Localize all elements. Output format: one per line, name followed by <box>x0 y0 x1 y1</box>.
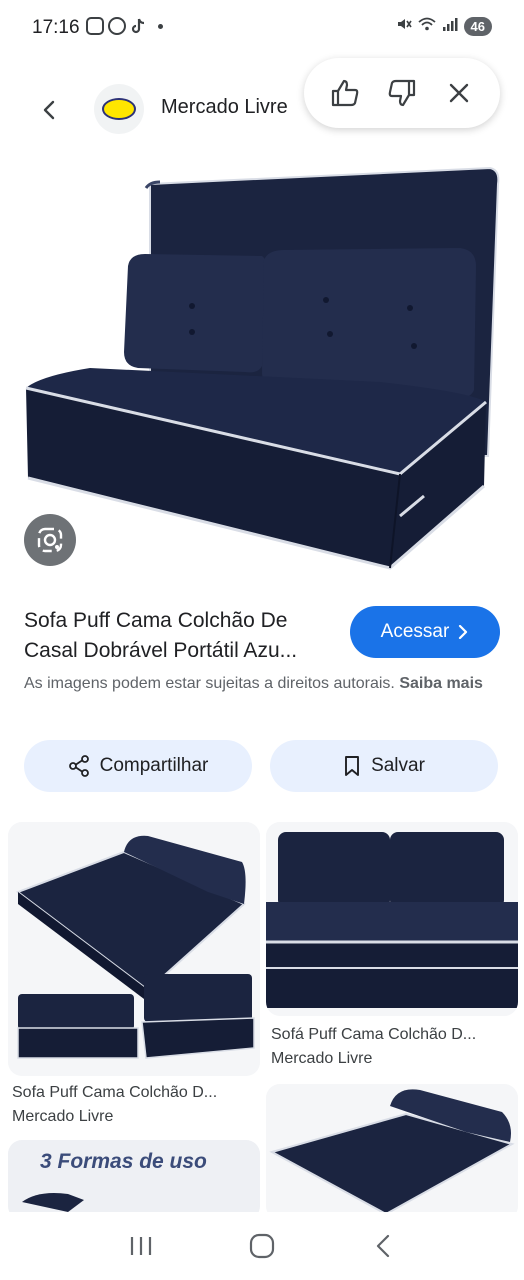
recents-button[interactable] <box>116 1221 166 1271</box>
save-label: Salvar <box>371 755 425 776</box>
instagram-icon <box>86 17 104 35</box>
rights-text: As imagens podem estar sujeitas a direit… <box>24 675 395 692</box>
dislike-button[interactable] <box>380 71 424 115</box>
access-label: Acessar <box>380 621 450 642</box>
save-button[interactable]: Salvar <box>270 740 498 792</box>
related-card-1[interactable] <box>8 822 260 1076</box>
status-bar: 17:16 46 <box>0 0 524 56</box>
related-card-2[interactable] <box>266 822 518 1016</box>
related-caption-2[interactable]: Sofá Puff Cama Colchão D... <box>271 1026 517 1044</box>
wifi-icon <box>417 16 436 36</box>
home-icon <box>249 1233 275 1259</box>
share-button[interactable]: Compartilhar <box>24 740 252 792</box>
whatsapp-icon <box>108 17 126 35</box>
thumb-down-icon <box>388 79 416 107</box>
close-button[interactable] <box>437 71 481 115</box>
back-nav-button[interactable] <box>358 1221 408 1271</box>
status-app-icons <box>86 17 163 35</box>
share-icon <box>68 755 89 777</box>
related-image-2 <box>266 822 518 1016</box>
home-button[interactable] <box>237 1221 287 1271</box>
result-header: Mercado Livre <box>0 56 524 156</box>
main-image[interactable] <box>0 156 524 596</box>
notification-dot-icon <box>158 24 163 29</box>
status-time: 17:16 <box>32 17 80 38</box>
related-card-3-overlay-text: 3 Formas de uso <box>40 1150 207 1173</box>
related-image-4 <box>266 1084 518 1220</box>
copyright-notice: As imagens podem estar sujeitas a direit… <box>24 672 500 695</box>
close-icon <box>450 83 469 103</box>
site-favicon <box>94 84 144 134</box>
like-button[interactable] <box>323 71 367 115</box>
battery-badge: 46 <box>463 16 492 36</box>
back-button[interactable] <box>30 90 70 130</box>
lens-search-button[interactable] <box>24 514 76 566</box>
tiktok-icon <box>130 17 148 35</box>
handshake-logo-icon <box>102 98 136 120</box>
lens-icon <box>37 527 63 553</box>
related-image-1 <box>8 822 260 1076</box>
feedback-pill <box>304 58 500 128</box>
related-caption-1[interactable]: Sofa Puff Cama Colchão D... <box>12 1084 258 1102</box>
signal-icon <box>442 16 458 36</box>
share-label: Compartilhar <box>99 755 209 776</box>
back-nav-icon <box>377 1234 390 1258</box>
related-source-2: Mercado Livre <box>271 1050 373 1067</box>
bookmark-icon <box>345 756 360 776</box>
mute-icon <box>396 16 412 36</box>
chevron-right-icon <box>459 625 468 639</box>
recents-icon <box>130 1237 151 1255</box>
related-source-1: Mercado Livre <box>12 1108 114 1125</box>
related-card-4[interactable] <box>266 1084 518 1220</box>
site-name[interactable]: Mercado Livre <box>161 96 288 119</box>
access-button[interactable]: Acessar <box>350 606 500 658</box>
chevron-left-icon <box>43 100 55 120</box>
thumb-up-icon <box>331 79 359 107</box>
result-title[interactable]: Sofa Puff Cama Colchão De Casal Dobrável… <box>24 606 344 666</box>
learn-more-link[interactable]: Saiba mais <box>399 675 483 692</box>
status-right: 46 <box>396 16 492 36</box>
system-nav-bar <box>0 1212 524 1280</box>
